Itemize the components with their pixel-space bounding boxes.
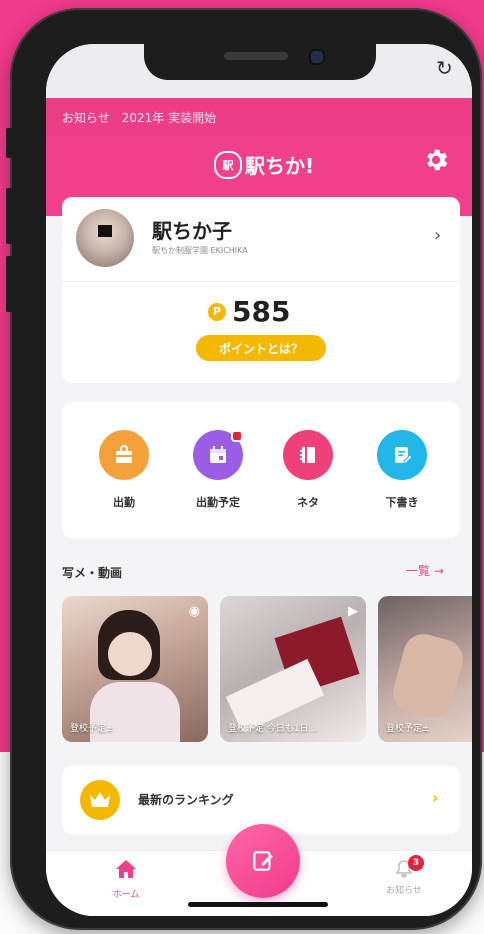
points-icon: P [208, 302, 226, 321]
edit-icon [377, 430, 427, 480]
media-caption: 登校予定± [386, 724, 430, 734]
photo-figure [108, 632, 152, 676]
tab-notifications[interactable]: 3 お知らせ [364, 855, 444, 896]
profile-card[interactable]: 駅ちか子 駅ちか制服学園 EKICHIKA › P 585 ポイントとは？ [62, 197, 460, 383]
notice-bar[interactable]: お知らせ 2021年 実装開始 [46, 98, 472, 136]
app-logo: 駅 駅ちか! [214, 150, 314, 179]
photo-figure [388, 629, 468, 723]
crown-icon [80, 780, 120, 820]
mute-switch [6, 128, 12, 158]
divider [62, 281, 460, 282]
action-attendance[interactable]: 出勤 [84, 430, 164, 510]
tab-home-label: ホーム [112, 890, 140, 900]
notice-text: お知らせ 2021年 実装開始 [62, 110, 217, 125]
calendar-icon [193, 430, 243, 480]
tab-notifications-label: お知らせ [386, 886, 422, 896]
action-label: 出勤予定 [196, 496, 240, 509]
chevron-right-icon[interactable]: › [434, 225, 441, 246]
actions-card: 出勤 出勤予定 ネタ 下書き [62, 402, 460, 538]
media-section-title: 写メ・動画 [62, 566, 123, 580]
gear-icon[interactable] [422, 146, 450, 174]
front-camera [309, 49, 325, 65]
points-info-button[interactable]: ポイントとは？ [196, 335, 326, 361]
notch [144, 44, 376, 80]
bag-icon [99, 430, 149, 480]
compose-button[interactable] [226, 824, 300, 898]
speaker [224, 52, 288, 60]
media-thumbnail[interactable]: ▶ 登校予定 今日も1日... [220, 596, 366, 742]
notification-badge: 3 [408, 855, 424, 871]
action-schedule[interactable]: 出勤予定 [178, 430, 258, 510]
pencil-icon [253, 851, 273, 871]
home-icon [116, 860, 136, 878]
volume-up-button [6, 188, 12, 244]
chevron-right-icon: › [432, 788, 439, 807]
reload-icon[interactable]: ↻ [436, 56, 453, 80]
volume-down-button [6, 256, 12, 312]
camera-icon: ◉ [188, 604, 200, 619]
action-draft[interactable]: 下書き [362, 430, 442, 510]
view-all-link[interactable]: 一覧 → [406, 562, 444, 579]
notification-dot [231, 430, 243, 442]
logo-mark: 駅 [214, 150, 242, 179]
avatar-censor-bar [98, 225, 112, 237]
action-label: 出勤 [113, 496, 135, 509]
profile-subtitle: 駅ちか制服学園 EKICHIKA [152, 246, 248, 255]
video-camera-icon: ▶ [348, 604, 358, 619]
action-label: ネタ [297, 496, 319, 509]
points-display: P 585 [208, 295, 290, 328]
phone-frame: ↻ お知らせ 2021年 実装開始 駅 駅ちか! 駅ちか子 駅ちか制服学園 EK… [6, 8, 482, 930]
phone-screen: ↻ お知らせ 2021年 実装開始 駅 駅ちか! 駅ちか子 駅ちか制服学園 EK… [46, 44, 472, 916]
points-value: 585 [232, 295, 291, 328]
media-caption: 登校予定 今日も1日... [228, 724, 318, 734]
tab-home[interactable]: ホーム [86, 859, 166, 900]
arrow-right-icon: → [433, 564, 444, 578]
media-thumbnail[interactable]: 登校予定± [378, 596, 472, 742]
notebook-icon [283, 430, 333, 480]
ranking-label: 最新のランキング [138, 793, 234, 807]
profile-name: 駅ちか子 [152, 219, 232, 243]
action-label: 下書き [385, 496, 419, 509]
media-thumbnail[interactable]: ◉ 登校予定± [62, 596, 208, 742]
action-neta[interactable]: ネタ [268, 430, 348, 510]
view-all-label: 一覧 [406, 564, 431, 578]
media-caption: 登校予定± [70, 724, 114, 734]
logo-text: 駅ちか! [245, 154, 315, 178]
avatar [76, 209, 134, 267]
home-indicator [188, 902, 328, 907]
